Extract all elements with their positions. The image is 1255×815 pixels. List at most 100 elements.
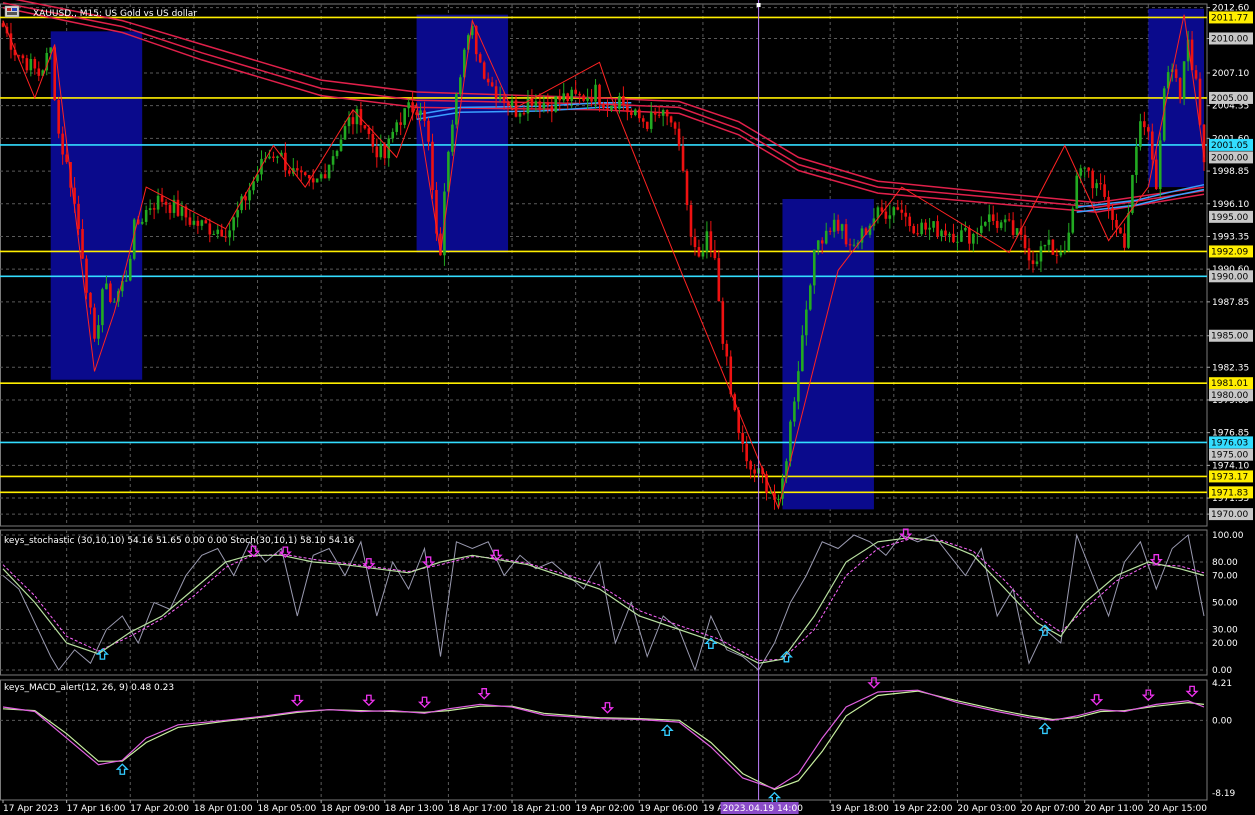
candle-bull[interactable] xyxy=(1039,246,1043,262)
candle-bear[interactable] xyxy=(323,174,327,179)
candle-bear[interactable] xyxy=(991,214,995,221)
candle-bear[interactable] xyxy=(741,432,744,444)
candle-bear[interactable] xyxy=(749,461,752,470)
candle-bear[interactable] xyxy=(307,175,311,179)
candle-bull[interactable] xyxy=(101,289,104,326)
candle-bull[interactable] xyxy=(319,174,323,179)
candle-bull[interactable] xyxy=(999,222,1003,228)
candle-bear[interactable] xyxy=(399,122,402,125)
candle-bull[interactable] xyxy=(824,230,828,244)
candle-bear[interactable] xyxy=(490,82,494,87)
candle-bear[interactable] xyxy=(606,108,609,110)
candle-bull[interactable] xyxy=(192,220,196,225)
candle-bear[interactable] xyxy=(57,100,60,134)
candle-bear[interactable] xyxy=(1103,184,1106,197)
candle-bear[interactable] xyxy=(538,101,542,109)
candle-bear[interactable] xyxy=(558,96,562,101)
candle-bear[interactable] xyxy=(427,120,430,142)
candle-bull[interactable] xyxy=(407,102,410,109)
candle-bear[interactable] xyxy=(1027,248,1031,261)
candle-bull[interactable] xyxy=(455,94,458,125)
candle-bull[interactable] xyxy=(276,156,279,158)
candle-bear[interactable] xyxy=(669,116,673,123)
candle-bull[interactable] xyxy=(805,309,808,336)
candle-bear[interactable] xyxy=(486,78,490,83)
candle-bear[interactable] xyxy=(912,226,915,234)
candle-bear[interactable] xyxy=(371,133,375,147)
candle-bull[interactable] xyxy=(1043,244,1047,247)
candle-bear[interactable] xyxy=(908,216,912,227)
candle-bear[interactable] xyxy=(1099,183,1102,185)
candle-bull[interactable] xyxy=(335,150,339,157)
candle-bear[interactable] xyxy=(295,168,299,171)
candle-bull[interactable] xyxy=(610,105,613,110)
candle-bull[interactable] xyxy=(661,110,665,116)
candle-bear[interactable] xyxy=(904,212,908,217)
candle-bull[interactable] xyxy=(964,227,967,231)
candle-bear[interactable] xyxy=(311,178,315,183)
candle-bear[interactable] xyxy=(681,146,685,171)
candle-bear[interactable] xyxy=(1178,77,1182,99)
candle-bear[interactable] xyxy=(375,146,379,158)
candle-bull[interactable] xyxy=(216,229,220,234)
candle-bear[interactable] xyxy=(602,103,605,109)
candle-bull[interactable] xyxy=(315,178,319,183)
candle-bear[interactable] xyxy=(1119,227,1122,234)
candle-bull[interactable] xyxy=(1047,239,1051,245)
chart-window-icon[interactable] xyxy=(4,5,20,18)
candle-bull[interactable] xyxy=(29,59,33,71)
candle-bull[interactable] xyxy=(797,371,800,402)
candle-bull[interactable] xyxy=(812,249,816,286)
candle-bear[interactable] xyxy=(89,292,92,308)
candle-bull[interactable] xyxy=(960,230,963,242)
candle-bull[interactable] xyxy=(510,100,514,106)
candle-bull[interactable] xyxy=(979,225,983,233)
candle-bear[interactable] xyxy=(431,141,434,191)
candle-bear[interactable] xyxy=(220,229,224,237)
candle-bull[interactable] xyxy=(1139,121,1142,147)
candle-bear[interactable] xyxy=(1198,78,1202,125)
candle-bull[interactable] xyxy=(801,335,804,372)
candle-bull[interactable] xyxy=(816,240,820,250)
candle-bear[interactable] xyxy=(288,170,291,174)
candle-bear[interactable] xyxy=(25,58,29,71)
candle-bull[interactable] xyxy=(498,96,502,99)
candle-bear[interactable] xyxy=(884,211,888,219)
candle-bear[interactable] xyxy=(224,236,228,238)
candle-bear[interactable] xyxy=(478,54,482,63)
candle-bear[interactable] xyxy=(598,84,601,104)
candle-bull[interactable] xyxy=(156,195,160,210)
candle-bear[interactable] xyxy=(944,230,947,236)
candle-bull[interactable] xyxy=(1063,251,1067,253)
mt-chart-window[interactable]: 2012.602010.002007.102004.352001.601998.… xyxy=(0,0,1255,815)
candle-bear[interactable] xyxy=(1055,254,1059,256)
candle-bear[interactable] xyxy=(208,223,212,235)
candle-bull[interactable] xyxy=(940,230,943,237)
candle-bull[interactable] xyxy=(586,97,589,101)
candle-bear[interactable] xyxy=(900,209,904,213)
candle-bear[interactable] xyxy=(1151,131,1154,160)
candle-bear[interactable] xyxy=(367,128,371,134)
candle-bear[interactable] xyxy=(33,59,37,69)
candle-bear[interactable] xyxy=(176,199,180,216)
candle-bear[interactable] xyxy=(204,220,208,224)
candle-bear[interactable] xyxy=(828,230,832,232)
candle-bull[interactable] xyxy=(268,156,271,159)
candle-bull[interactable] xyxy=(236,210,239,218)
candle-bear[interactable] xyxy=(721,301,725,344)
candle-bull[interactable] xyxy=(542,102,546,109)
candle-bear[interactable] xyxy=(626,105,629,113)
candle-bull[interactable] xyxy=(113,301,116,303)
candle-bull[interactable] xyxy=(124,280,128,282)
candle-bear[interactable] xyxy=(61,133,64,155)
candle-bull[interactable] xyxy=(534,101,538,106)
candle-bear[interactable] xyxy=(272,156,275,158)
candle-bear[interactable] xyxy=(645,121,649,129)
candle-bull[interactable] xyxy=(1059,251,1063,256)
candle-bull[interactable] xyxy=(618,96,621,109)
candle-bull[interactable] xyxy=(1135,146,1138,175)
candle-bear[interactable] xyxy=(1154,159,1158,190)
candle-bear[interactable] xyxy=(494,86,498,99)
candle-bear[interactable] xyxy=(1115,219,1118,228)
candle-bear[interactable] xyxy=(952,233,955,243)
